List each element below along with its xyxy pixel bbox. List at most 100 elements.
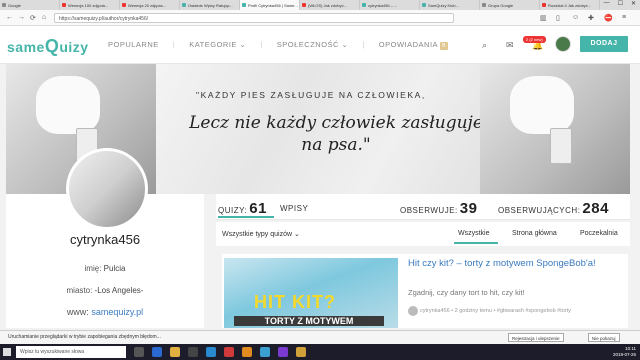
google-favicon-icon bbox=[482, 3, 486, 7]
library-icon[interactable]: ▥ bbox=[540, 14, 547, 22]
chevron-down-icon: ⌄ bbox=[341, 40, 349, 49]
stat-obserwujacych[interactable]: OBSERWUJĄCYCH: 284 bbox=[498, 200, 609, 217]
filter-tab-strona-glowna[interactable]: Strona główna bbox=[512, 230, 557, 237]
store-icon[interactable] bbox=[188, 347, 198, 357]
windows-taskbar: Wpisz tu wyszukiwane słowa 10:11 2019-07-… bbox=[0, 344, 640, 360]
opera-icon[interactable] bbox=[224, 347, 234, 357]
adblock-icon[interactable]: ⛔ bbox=[604, 14, 613, 22]
site-favicon-icon bbox=[182, 3, 186, 7]
back-icon[interactable]: ← bbox=[6, 14, 13, 21]
notification-badge[interactable]: 2 (2 new) bbox=[523, 36, 546, 43]
site-favicon-icon bbox=[422, 3, 426, 7]
browser-tab-active[interactable]: Profil Cytrynka456 | Same... bbox=[240, 0, 300, 10]
filter-tab-wszystkie[interactable]: Wszystkie bbox=[458, 230, 490, 237]
mail-icon[interactable]: ✉ bbox=[506, 40, 514, 51]
site-favicon-icon bbox=[362, 3, 366, 7]
browser-tab[interactable]: Wenecja 20 zdjęcia... bbox=[120, 0, 180, 10]
thumbnail-hit-text: HIT KIT? bbox=[254, 292, 336, 312]
profile-www-row: www: samequizy.pl bbox=[66, 307, 144, 317]
browser-tab[interactable]: SamQuizy Klub... bbox=[420, 0, 480, 10]
site-header: sameQuizy POPULARNE | KATEGORIE ⌄ | SPOŁ… bbox=[0, 26, 640, 64]
stat-wpisy[interactable]: WPISY bbox=[280, 204, 308, 213]
profile-name-row: imię: Pulcia bbox=[84, 264, 126, 273]
browser-tab[interactable]: Wenecja 100 zdjęcia... bbox=[60, 0, 120, 10]
browser-tab[interactable]: Grupa Google bbox=[480, 0, 540, 10]
sidebar-icon[interactable]: ▯ bbox=[556, 14, 560, 22]
menu-separator: | bbox=[260, 40, 263, 49]
firefox-icon[interactable] bbox=[242, 347, 252, 357]
address-bar[interactable]: https://samequizy.pl/author/cytrynka456/ bbox=[54, 13, 454, 23]
reload-icon[interactable]: ⟳ bbox=[30, 14, 36, 22]
menu-item-spolecznosc[interactable]: SPOŁECZNOŚĆ ⌄ bbox=[277, 40, 349, 50]
stat-quizy[interactable]: QUIZY: 61 bbox=[218, 200, 267, 217]
quiz-type-select[interactable]: Wszystkie typy quizów ⌄ bbox=[222, 230, 300, 238]
task-view-icon[interactable] bbox=[134, 347, 144, 357]
minimize-icon[interactable]: — bbox=[604, 0, 610, 7]
user-avatar[interactable] bbox=[555, 36, 571, 52]
browser-tab[interactable]: cytrynka456 – ... bbox=[360, 0, 420, 10]
author-avatar[interactable] bbox=[408, 306, 418, 316]
notification-text: Uruchamianie przeglądarki w trybie zapob… bbox=[8, 334, 161, 340]
app-icon[interactable] bbox=[296, 347, 306, 357]
site-logo[interactable]: sameQuizy bbox=[7, 36, 89, 57]
quiz-filters: Wszystkie typy quizów ⌄ Wszystkie Strona… bbox=[216, 222, 630, 246]
close-icon[interactable]: ✕ bbox=[631, 0, 636, 7]
quote-line-2: Lecz nie każdy człowiek zasługuje na psa… bbox=[189, 113, 483, 155]
youtube-favicon-icon bbox=[542, 3, 546, 7]
quiz-card[interactable]: HIT KIT? TORTY Z MOTYWEM Hit czy kit? – … bbox=[222, 254, 628, 328]
app-icon[interactable] bbox=[260, 347, 270, 357]
cup-shape bbox=[550, 128, 572, 164]
main-menu: POPULARNE | KATEGORIE ⌄ | SPOŁECZNOŚĆ ⌄ … bbox=[108, 40, 448, 50]
app-icon[interactable] bbox=[278, 347, 288, 357]
menu-separator: | bbox=[362, 40, 365, 49]
edge-icon[interactable] bbox=[152, 347, 162, 357]
browser-tab-bar: Google Wenecja 100 zdjęcia... Wenecja 20… bbox=[0, 0, 640, 10]
taskbar-search-input[interactable]: Wpisz tu wyszukiwane słowa bbox=[16, 346, 126, 358]
account-icon[interactable]: ☺ bbox=[572, 14, 579, 21]
home-icon[interactable]: ⌂ bbox=[42, 14, 46, 21]
profile-username: cytrynka456 bbox=[69, 232, 141, 247]
browser-tab[interactable]: Ostatnie Wpisy Ratując... bbox=[180, 0, 240, 10]
menu-item-popularne[interactable]: POPULARNE bbox=[108, 40, 159, 50]
stat-obserwuje[interactable]: OBSERWUJE: 39 bbox=[400, 200, 477, 217]
chevron-down-icon: ⌄ bbox=[293, 231, 300, 238]
profile-www-link[interactable]: samequizy.pl bbox=[91, 307, 143, 317]
menu-item-kategorie[interactable]: KATEGORIE ⌄ bbox=[189, 40, 246, 50]
quiz-meta: cytrynka456 • 2 godziny temu • #gbwarash… bbox=[420, 308, 571, 314]
notification-dismiss-button[interactable]: Nie pokazuj bbox=[588, 333, 620, 342]
quiz-description: Zgadnij, czy dany tort to hit, czy kit! bbox=[408, 288, 525, 297]
forward-icon[interactable]: → bbox=[18, 14, 25, 21]
maximize-icon[interactable]: ☐ bbox=[618, 0, 623, 7]
filter-tab-underline bbox=[454, 242, 498, 244]
windows-start-icon[interactable] bbox=[3, 348, 11, 356]
explorer-icon[interactable] bbox=[170, 347, 180, 357]
youtube-favicon-icon bbox=[122, 3, 126, 7]
menu-item-opowiadania[interactable]: OPOWIADANIA B bbox=[379, 40, 448, 50]
new-badge: B bbox=[440, 42, 448, 50]
system-tray-clock[interactable]: 10:11 2019-07-26 bbox=[613, 346, 636, 358]
profile-stats: QUIZY: 61 WPISY OBSERWUJE: 39 OBSERWUJĄCYC… bbox=[216, 194, 630, 220]
browser-notification-bar: Uruchamianie przeglądarki w trybie zapob… bbox=[0, 330, 640, 344]
browser-tab[interactable]: (WŁOS) Jak zdobyć... bbox=[300, 0, 360, 10]
profile-avatar bbox=[66, 148, 148, 230]
filter-tab-poczekalnia[interactable]: Poczekalnia bbox=[580, 230, 618, 237]
window-controls: — ☐ ✕ bbox=[604, 0, 636, 7]
quote-line-1: "KAŻDY PIES ZASŁUGUJE NA CZŁOWIEKA, bbox=[196, 90, 426, 100]
browser-tab[interactable]: Google bbox=[0, 0, 60, 10]
youtube-favicon-icon bbox=[302, 3, 306, 7]
extension-icon[interactable]: ✚ bbox=[588, 14, 594, 22]
dog-shape bbox=[36, 76, 100, 134]
dog-shape bbox=[510, 76, 574, 134]
profile-city-row: miasto: -Los Angeles- bbox=[66, 286, 144, 295]
mail-app-icon[interactable] bbox=[206, 347, 216, 357]
browser-toolbar: ← → ⟳ ⌂ https://samequizy.pl/author/cytr… bbox=[0, 10, 640, 26]
menu-icon[interactable]: ≡ bbox=[622, 14, 626, 21]
browser-tab[interactable]: Rozdział 4 Jak zdobyć... bbox=[540, 0, 600, 10]
quiz-thumbnail[interactable]: HIT KIT? TORTY Z MOTYWEM bbox=[224, 258, 398, 328]
add-button[interactable]: DODAJ bbox=[580, 36, 628, 52]
notification-action-button[interactable]: Rejestracja i ulepszenie bbox=[508, 333, 564, 342]
quiz-title-link[interactable]: Hit czy kit? – torty z motywem SpongeBob… bbox=[408, 258, 624, 270]
site-favicon-icon bbox=[242, 3, 246, 7]
search-icon[interactable]: ⌕ bbox=[482, 40, 487, 51]
menu-separator: | bbox=[172, 40, 176, 49]
